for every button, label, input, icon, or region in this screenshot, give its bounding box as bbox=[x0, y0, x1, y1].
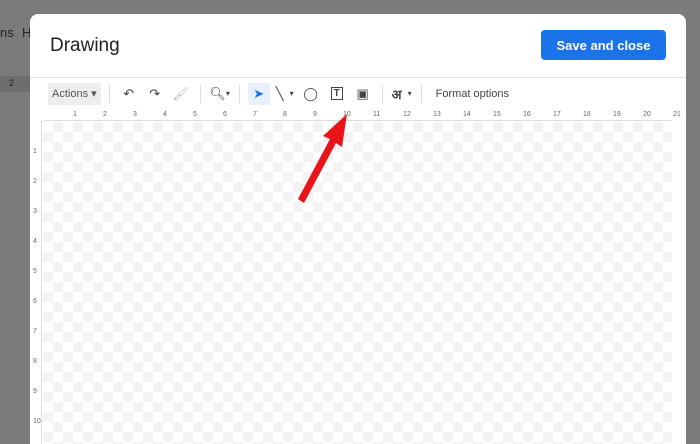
ruler-number: 21 bbox=[673, 111, 681, 118]
word-art-button[interactable]: अ ▾ bbox=[391, 83, 413, 105]
ruler-number: 7 bbox=[33, 328, 37, 335]
save-and-close-button[interactable]: Save and close bbox=[541, 30, 666, 60]
ruler-number: 10 bbox=[33, 418, 41, 425]
select-icon[interactable]: ➤ bbox=[247, 82, 270, 105]
text-box-icon[interactable]: T bbox=[326, 83, 348, 105]
ruler-number: 4 bbox=[163, 111, 167, 118]
ruler-number: 11 bbox=[373, 111, 381, 118]
ruler-number: 2 bbox=[33, 178, 37, 185]
red-arrow-annotation bbox=[298, 114, 347, 203]
ruler-number: 4 bbox=[33, 238, 37, 245]
divider bbox=[381, 84, 383, 103]
ruler-number: 9 bbox=[33, 388, 37, 395]
shape-icon[interactable]: ◯ bbox=[300, 83, 322, 105]
ruler-number: 5 bbox=[33, 268, 37, 275]
dialog-title: Drawing bbox=[50, 35, 120, 56]
drawing-dialog: Drawing Save and close Actions ▾ ↶ ↷ 🖌︎ … bbox=[30, 14, 686, 444]
divider bbox=[420, 84, 422, 103]
ruler-number: 3 bbox=[33, 208, 37, 215]
ruler-number: 2 bbox=[103, 111, 107, 118]
ruler-number: 13 bbox=[433, 111, 441, 118]
ruler-number: 20 bbox=[643, 111, 651, 118]
divider bbox=[108, 84, 110, 103]
image-icon[interactable]: ▣ bbox=[352, 83, 374, 105]
ruler-number: 16 bbox=[523, 111, 531, 118]
actions-menu[interactable]: Actions ▾ bbox=[48, 82, 101, 105]
ruler-number: 14 bbox=[463, 111, 471, 118]
divider bbox=[199, 84, 201, 103]
ruler-number: 19 bbox=[613, 111, 621, 118]
ruler-number: 6 bbox=[223, 111, 227, 118]
ruler-number: 8 bbox=[283, 111, 287, 118]
line-icon[interactable]: ╲ ▾ bbox=[274, 83, 296, 105]
vertical-ruler: 1 2 3 4 5 6 7 8 9 10 bbox=[30, 121, 42, 444]
actions-label: Actions bbox=[52, 87, 89, 100]
zoom-icon[interactable]: 🔍︎ ▾ bbox=[209, 83, 231, 105]
divider bbox=[238, 84, 240, 103]
bg-ruler-number: 2 bbox=[9, 78, 15, 88]
undo-icon[interactable]: ↶ bbox=[118, 83, 140, 105]
ruler-number: 6 bbox=[33, 298, 37, 305]
ruler-number: 7 bbox=[253, 111, 257, 118]
ruler-number: 8 bbox=[33, 358, 37, 365]
ruler-number: 1 bbox=[73, 111, 77, 118]
redo-icon[interactable]: ↷ bbox=[144, 83, 166, 105]
paint-format-icon[interactable]: 🖌︎ bbox=[170, 83, 192, 105]
ruler-number: 1 bbox=[33, 148, 37, 155]
ruler-number: 12 bbox=[403, 111, 411, 118]
ruler-number: 5 bbox=[193, 111, 197, 118]
ruler-number: 15 bbox=[493, 111, 501, 118]
ruler-number: 17 bbox=[553, 111, 561, 118]
format-options-button[interactable]: Format options bbox=[430, 83, 515, 105]
toolbar: Actions ▾ ↶ ↷ 🖌︎ 🔍︎ ▾ ➤ ╲ ▾ ◯ T ▣ अ ▾ Forma… bbox=[30, 77, 686, 109]
word-art-icon: अ bbox=[391, 86, 402, 102]
ruler-number: 3 bbox=[133, 111, 137, 118]
bg-menu-fragment: ns bbox=[0, 25, 14, 40]
bg-ruler: 2 bbox=[0, 76, 30, 92]
ruler-number: 18 bbox=[583, 111, 591, 118]
